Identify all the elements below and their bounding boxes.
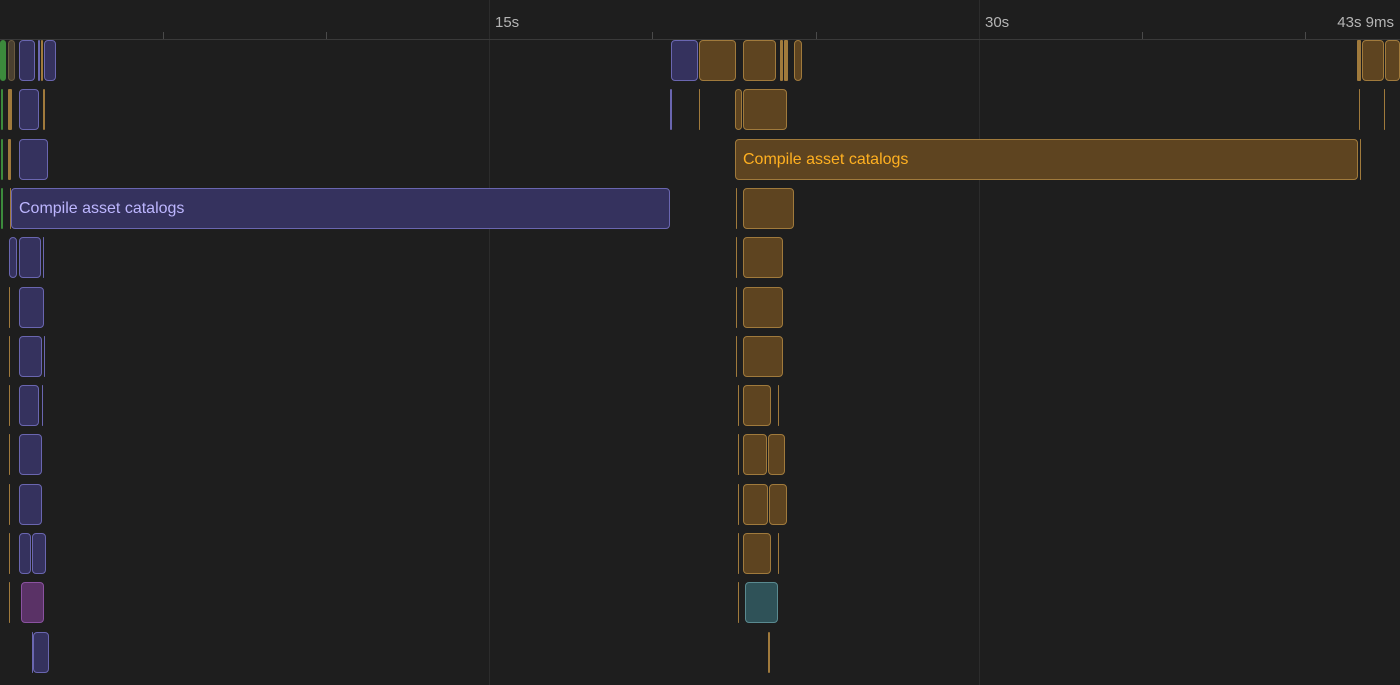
task-bar[interactable]: [778, 533, 779, 574]
task-bar[interactable]: [19, 434, 42, 475]
task-bar[interactable]: [743, 188, 794, 229]
task-bar[interactable]: [738, 533, 739, 574]
task-bar[interactable]: [44, 40, 56, 81]
task-bar[interactable]: [735, 89, 742, 130]
task-bar[interactable]: [743, 533, 771, 574]
task-bar[interactable]: [8, 89, 12, 130]
task-bar[interactable]: [9, 484, 10, 525]
task-bar[interactable]: [1357, 40, 1361, 81]
task-bar[interactable]: [768, 632, 770, 673]
task-bar[interactable]: [743, 434, 767, 475]
task-bar[interactable]: [736, 188, 737, 229]
minor-tick: [652, 32, 653, 39]
task-bar[interactable]: [9, 336, 10, 377]
task-bar[interactable]: [738, 484, 739, 525]
task-bar[interactable]: [743, 89, 787, 130]
tick-label-end: 43s 9ms: [1337, 14, 1394, 31]
task-bar[interactable]: [699, 89, 700, 130]
task-bar[interactable]: [9, 434, 10, 475]
timeline-lanes: Compile asset catalogs Compile asset cata…: [0, 0, 1400, 685]
task-bar[interactable]: [738, 582, 739, 623]
task-bar[interactable]: [1362, 40, 1384, 81]
major-gridline: [979, 0, 980, 685]
task-bar[interactable]: [19, 336, 42, 377]
task-bar[interactable]: [19, 287, 44, 328]
task-bar[interactable]: [1360, 139, 1361, 180]
task-bar[interactable]: [9, 582, 10, 623]
task-bar[interactable]: [19, 484, 42, 525]
task-label: Compile asset catalogs: [19, 200, 185, 217]
tick-label-30s: 30s: [985, 14, 1010, 31]
major-gridline: [489, 0, 490, 685]
task-bar[interactable]: [670, 89, 672, 130]
task-bar[interactable]: [743, 287, 783, 328]
task-bar[interactable]: [745, 582, 778, 623]
task-bar[interactable]: [41, 40, 43, 81]
task-bar[interactable]: [768, 434, 785, 475]
task-bar[interactable]: [736, 237, 737, 278]
task-bar[interactable]: [19, 385, 39, 426]
task-bar[interactable]: [736, 336, 737, 377]
tick-label-15s: 15s: [495, 14, 520, 31]
task-bar[interactable]: [743, 385, 771, 426]
task-bar[interactable]: [743, 336, 783, 377]
task-bar[interactable]: [743, 237, 783, 278]
task-bar[interactable]: [794, 40, 802, 81]
task-label: Compile asset catalogs: [743, 151, 909, 168]
task-bar[interactable]: [19, 139, 48, 180]
task-bar[interactable]: [38, 40, 40, 81]
task-bar[interactable]: [1, 139, 3, 180]
task-bar[interactable]: [736, 287, 737, 328]
task-bar[interactable]: [19, 89, 39, 130]
task-bar-compile-asset-catalogs[interactable]: Compile asset catalogs: [735, 139, 1358, 180]
task-bar[interactable]: [1, 188, 3, 229]
task-bar-compile-asset-catalogs[interactable]: Compile asset catalogs: [11, 188, 670, 229]
task-bar[interactable]: [1385, 40, 1400, 81]
task-bar[interactable]: [19, 237, 41, 278]
task-bar[interactable]: [0, 40, 6, 81]
task-bar[interactable]: [21, 582, 44, 623]
task-bar[interactable]: [769, 484, 787, 525]
task-bar[interactable]: [778, 385, 779, 426]
task-bar[interactable]: [32, 533, 46, 574]
task-bar[interactable]: [33, 632, 49, 673]
task-bar[interactable]: [9, 385, 10, 426]
minor-tick: [1142, 32, 1143, 39]
task-bar[interactable]: [1359, 89, 1360, 130]
minor-tick: [163, 32, 164, 39]
time-ruler: 15s 30s 43s 9ms: [0, 0, 1400, 40]
task-bar[interactable]: [43, 89, 45, 130]
task-bar[interactable]: [8, 40, 15, 81]
minor-tick: [326, 32, 327, 39]
task-bar[interactable]: [44, 336, 45, 377]
task-bar[interactable]: [738, 385, 739, 426]
task-bar[interactable]: [784, 40, 788, 81]
task-bar[interactable]: [1384, 89, 1385, 130]
task-bar[interactable]: [19, 40, 35, 81]
task-bar[interactable]: [9, 237, 17, 278]
task-bar[interactable]: [738, 434, 739, 475]
task-bar[interactable]: [780, 40, 783, 81]
task-bar[interactable]: [699, 40, 736, 81]
task-bar[interactable]: [9, 287, 10, 328]
task-bar[interactable]: [19, 533, 31, 574]
minor-tick: [1305, 32, 1306, 39]
task-bar[interactable]: [43, 237, 44, 278]
task-bar[interactable]: [8, 139, 11, 180]
minor-tick: [816, 32, 817, 39]
task-bar[interactable]: [743, 484, 768, 525]
task-bar[interactable]: [743, 40, 776, 81]
task-bar[interactable]: [1, 89, 3, 130]
task-bar[interactable]: [671, 40, 698, 81]
task-bar[interactable]: [42, 385, 43, 426]
task-bar[interactable]: [9, 533, 10, 574]
